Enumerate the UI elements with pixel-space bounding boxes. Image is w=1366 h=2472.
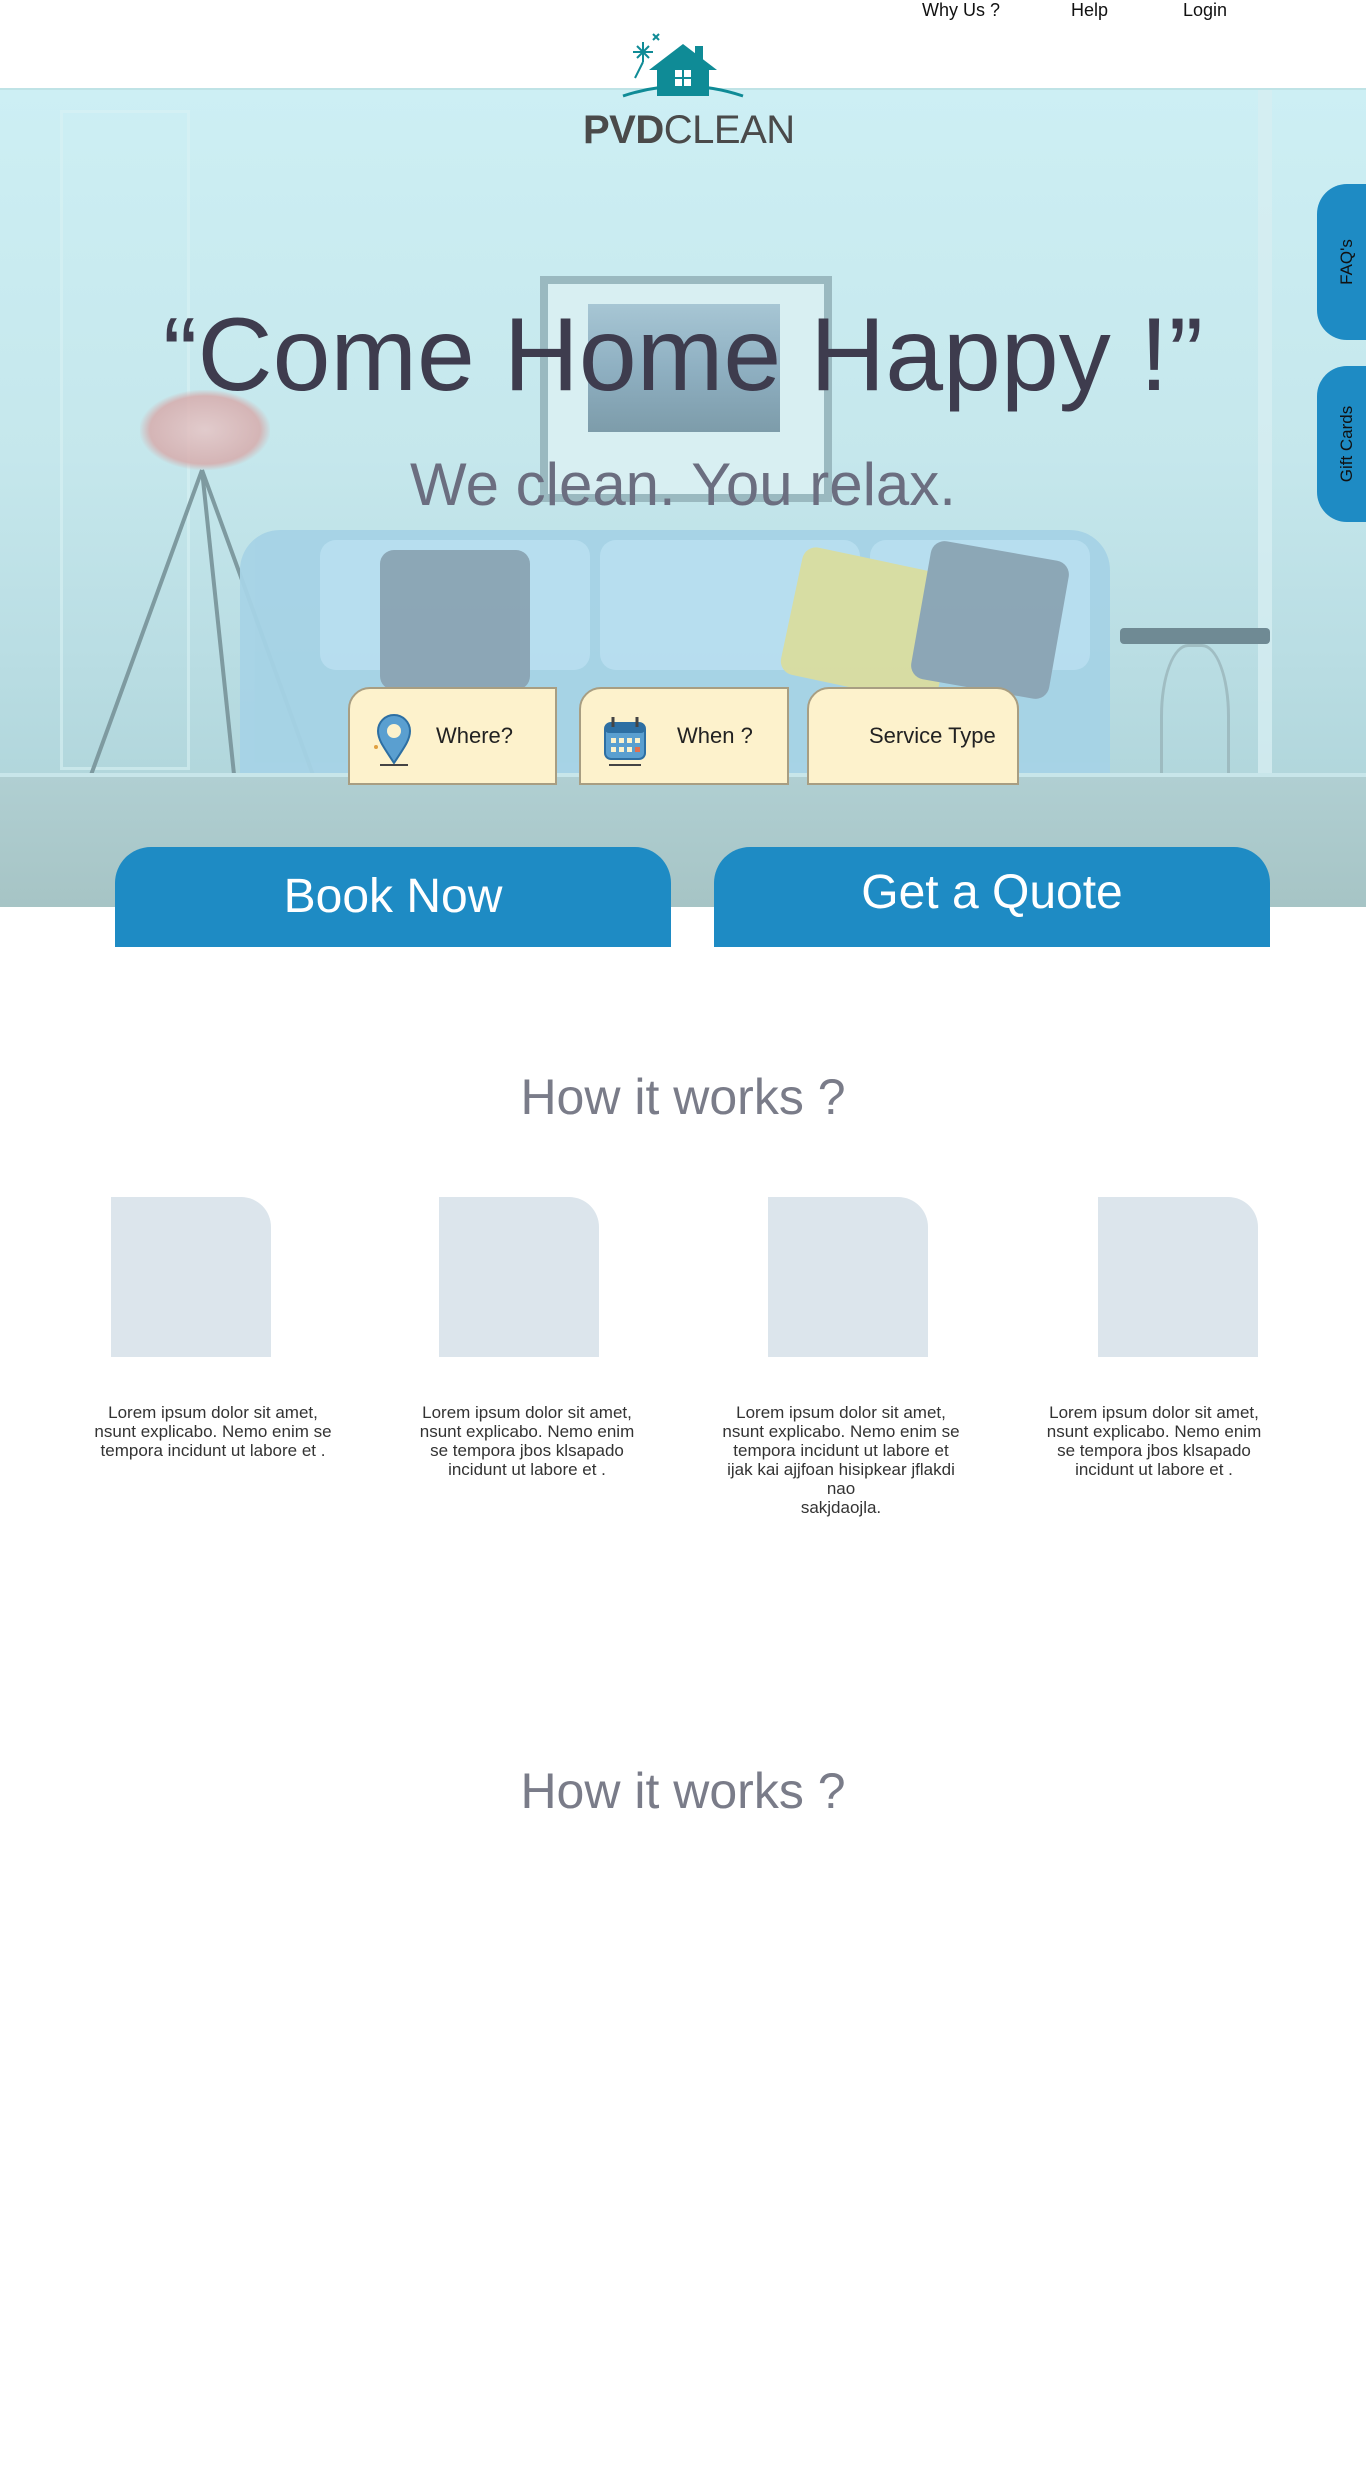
pillow <box>908 538 1072 702</box>
step-3-image <box>768 1197 928 1357</box>
how-it-works-title-2: How it works ? <box>520 1763 846 1819</box>
book-now-button[interactable]: Book Now <box>115 847 671 947</box>
step-1-text: Lorem ipsum dolor sit amet, nsunt explic… <box>94 1403 332 1460</box>
hero-subtitle: We clean. You relax. <box>410 451 956 518</box>
nav-help[interactable]: Help <box>1071 0 1108 21</box>
brand-logo[interactable]: PVDCLEAN <box>583 32 795 152</box>
step-2-text: Lorem ipsum dolor sit amet, nsunt explic… <box>419 1403 635 1479</box>
get-a-quote-label: Get a Quote <box>861 866 1123 919</box>
brand-bold: PVD <box>583 108 664 152</box>
wall-pipe <box>1258 90 1272 790</box>
calendar-icon <box>604 717 646 766</box>
step-3-text: Lorem ipsum dolor sit amet, nsunt explic… <box>722 1403 960 1517</box>
where-label: Where? <box>436 723 514 748</box>
service-type-label: Service Type <box>869 723 996 748</box>
service-type-selector[interactable]: Service Type <box>807 687 1019 785</box>
gift-cards-tab[interactable]: Gift Cards <box>1317 366 1366 522</box>
step-1-image <box>111 1197 271 1357</box>
faqs-tab-label: FAQ's <box>1337 239 1356 285</box>
get-a-quote-button[interactable]: Get a Quote <box>714 847 1270 947</box>
nav-login[interactable]: Login <box>1183 0 1227 21</box>
where-selector[interactable]: Where? <box>348 687 557 785</box>
how-it-works-title: How it works ? <box>520 1069 846 1125</box>
brand-wordmark: PVDCLEAN <box>583 108 795 153</box>
step-4-text: Lorem ipsum dolor sit amet, nsunt explic… <box>1046 1403 1262 1479</box>
map-pin-icon <box>374 714 412 766</box>
pillow <box>380 550 530 690</box>
book-now-label: Book Now <box>283 870 503 923</box>
step-2-image <box>439 1197 599 1357</box>
nav-why-us[interactable]: Why Us ? <box>922 0 1000 21</box>
when-label: When ? <box>677 723 753 748</box>
faqs-tab[interactable]: FAQ's <box>1317 184 1366 340</box>
gift-cards-tab-label: Gift Cards <box>1337 405 1356 483</box>
when-selector[interactable]: When ? <box>579 687 789 785</box>
house-sparkle-logo-icon <box>622 33 744 98</box>
step-4-image <box>1098 1197 1258 1357</box>
side-table <box>1120 628 1270 644</box>
brand-light: CLEAN <box>663 108 795 152</box>
hero-title: “Come Home Happy !” <box>162 297 1204 413</box>
